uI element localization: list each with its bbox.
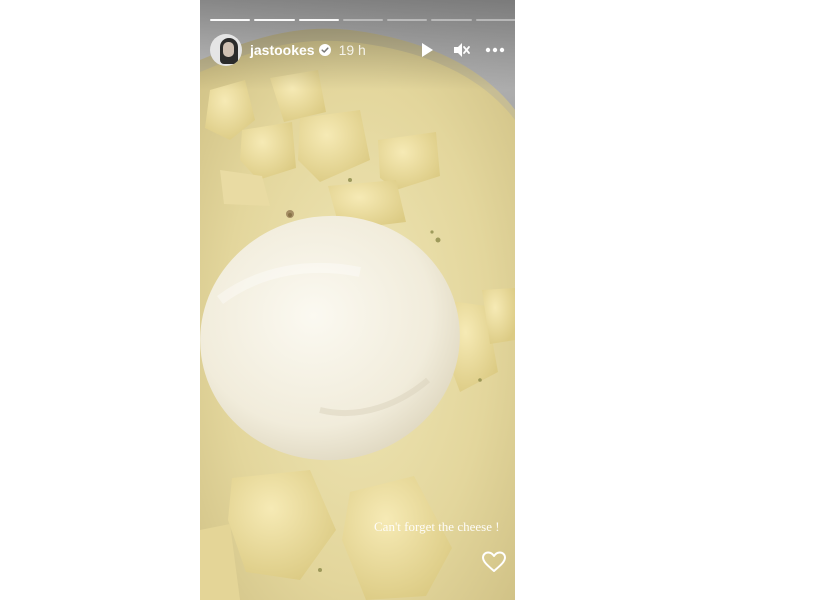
heart-icon[interactable] — [481, 549, 507, 575]
username[interactable]: jastookes — [250, 42, 315, 58]
progress-segment — [210, 19, 251, 21]
story-header: jastookes 19 h — [210, 34, 505, 66]
verified-badge-icon — [318, 44, 331, 56]
post-time: 19 h — [338, 42, 366, 58]
progress-segment — [342, 19, 384, 21]
progress-segment — [387, 19, 428, 21]
progress-segment — [475, 19, 515, 21]
story-progress-bar — [210, 19, 515, 21]
play-icon[interactable] — [417, 40, 437, 60]
progress-segment — [254, 19, 295, 21]
progress-segment — [298, 19, 339, 21]
more-options-icon[interactable] — [485, 40, 505, 60]
story-photo — [200, 0, 515, 600]
story-controls — [417, 40, 505, 60]
story-viewer[interactable]: jastookes 19 h Can't forget the cheese ! — [200, 0, 515, 600]
progress-segment — [431, 19, 472, 21]
avatar[interactable] — [210, 34, 242, 66]
story-caption: Can't forget the cheese ! — [374, 519, 500, 534]
muted-speaker-icon[interactable] — [451, 40, 471, 60]
